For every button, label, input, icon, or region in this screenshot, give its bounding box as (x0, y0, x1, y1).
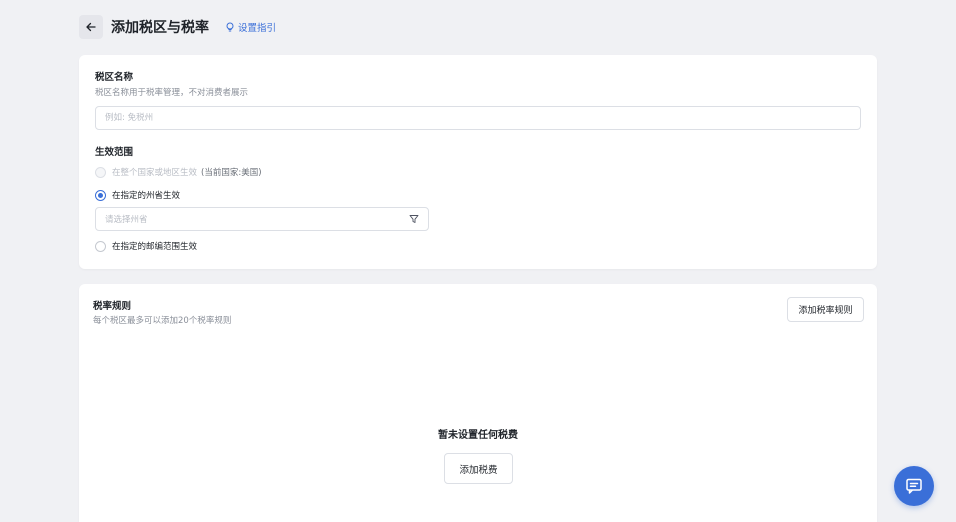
setup-guide-label: 设置指引 (238, 23, 277, 34)
page-title: 添加税区与税率 (111, 20, 209, 36)
back-button[interactable] (79, 15, 103, 39)
scope-option-province[interactable]: 在指定的州省生效 (95, 189, 180, 201)
add-tax-button[interactable]: 添加税费 (444, 453, 513, 484)
zone-name-label: 税区名称 (95, 72, 134, 83)
scope-label: 生效范围 (95, 147, 134, 158)
current-country-note: (当前国家:美国) (201, 168, 262, 178)
rules-hint: 每个税区最多可以添加20个税率规则 (93, 316, 232, 326)
setup-guide-link[interactable]: 设置指引 (225, 20, 276, 34)
rules-title: 税率规则 (93, 301, 132, 312)
filter-icon (409, 215, 419, 223)
chat-button[interactable] (894, 466, 934, 506)
scope-option-label: 在整个国家或地区生效 (112, 168, 198, 178)
radio-button[interactable] (95, 240, 106, 252)
empty-state-title: 暂未设置任何税费 (438, 430, 518, 441)
radio-button[interactable] (95, 189, 106, 201)
zone-name-input[interactable] (95, 106, 861, 130)
scope-option-label: 在指定的邮编范围生效 (112, 242, 198, 252)
province-select[interactable]: 请选择州省 (95, 207, 429, 231)
page-header: 添加税区与税率 设置指引 (79, 14, 276, 40)
scope-option-label: 在指定的州省生效 (112, 191, 181, 201)
zone-name-hint: 税区名称用于税率管理，不对消费者展示 (95, 88, 249, 98)
arrow-left-icon (86, 22, 96, 32)
tax-zone-card: 税区名称 税区名称用于税率管理，不对消费者展示 生效范围 在整个国家或地区生效 … (79, 55, 877, 269)
scope-option-country[interactable]: 在整个国家或地区生效 (当前国家:美国) (95, 166, 262, 178)
lightbulb-icon (226, 22, 234, 32)
add-tax-rule-button[interactable]: 添加税率规则 (787, 297, 864, 322)
tax-rules-card: 税率规则 每个税区最多可以添加20个税率规则 添加税率规则 暂未设置任何税费 添… (79, 284, 877, 522)
radio-button[interactable] (95, 166, 106, 178)
province-select-placeholder: 请选择州省 (105, 215, 148, 225)
scope-option-postcode[interactable]: 在指定的邮编范围生效 (95, 240, 197, 252)
chat-icon (906, 478, 922, 494)
